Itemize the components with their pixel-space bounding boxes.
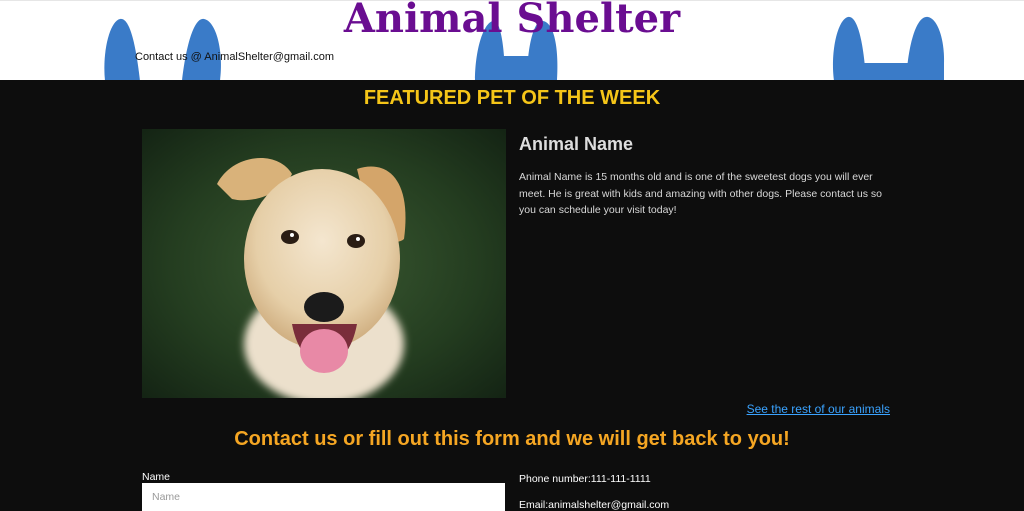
header-contact-text: Contact us @ AnimalShelter@gmail.com: [135, 51, 335, 63]
name-label: Name: [142, 471, 171, 483]
pet-description: Animal Name is 15 months old and is one …: [519, 171, 883, 216]
phone-number-text: Phone number:111-111-1111: [519, 473, 651, 485]
pet-name: Animal Name: [519, 134, 634, 154]
email-text: Email:animalshelter@gmail.com: [519, 499, 670, 511]
site-title: Animal Shelter: [343, 0, 681, 42]
see-all-animals-link[interactable]: See the rest of our animals: [747, 402, 890, 416]
site-header: Animal Shelter Contact us @ AnimalShelte…: [0, 0, 1024, 81]
main-content: FEATURED PET OF THE WEEK Animal Name Ani…: [0, 80, 1024, 511]
featured-pet-photo: [142, 129, 506, 398]
pet-info: Animal Name Animal Name is 15 months old…: [519, 134, 889, 219]
contact-heading: Contact us or fill out this form and we …: [234, 428, 790, 450]
name-input[interactable]: [142, 483, 505, 511]
featured-heading: FEATURED PET OF THE WEEK: [363, 87, 661, 109]
